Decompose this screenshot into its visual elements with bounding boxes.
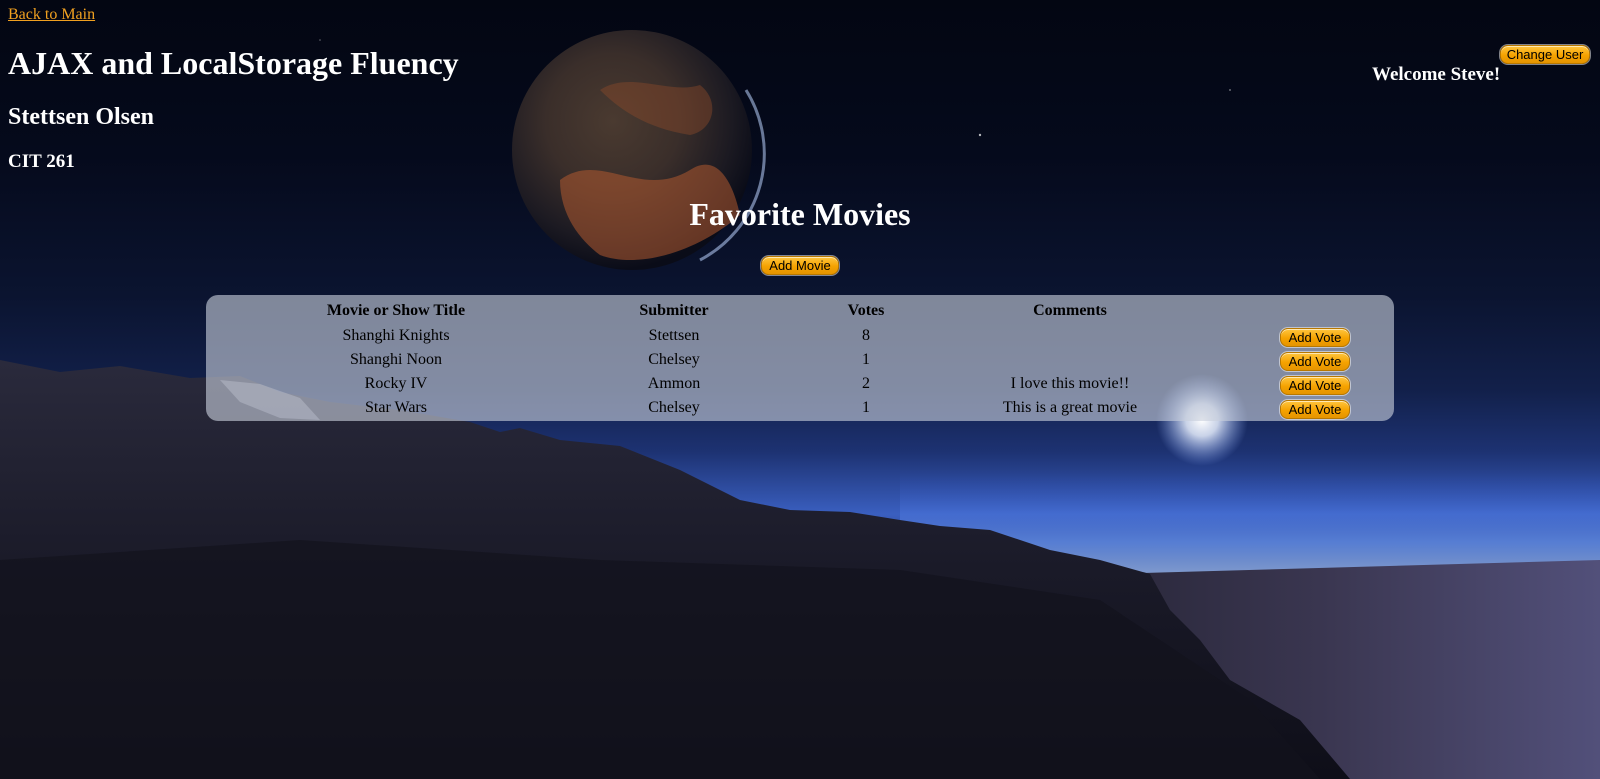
course-code: CIT 261 [8,151,75,172]
column-header-comments: Comments [1033,302,1107,319]
add-movie-button[interactable]: Add Movie [761,256,839,275]
movie-title-cell: Rocky IV [364,375,428,392]
add-vote-button[interactable]: Add Vote [1280,352,1350,371]
votes-cell: 8 [862,327,870,344]
movie-title-cell: Shanghi Knights [342,327,450,344]
favorite-movies-heading: Favorite Movies [689,196,911,232]
welcome-message: Welcome Steve! [1372,64,1501,85]
column-header-title: Movie or Show Title [326,302,466,319]
add-vote-button[interactable]: Add Vote [1280,376,1350,395]
column-header-submitter: Submitter [639,302,709,319]
add-vote-button[interactable]: Add Vote [1280,400,1350,419]
submitter-cell: Chelsey [648,351,700,368]
comment-cell: This is a great movie [1002,399,1138,416]
votes-cell: 2 [862,375,870,392]
movie-title-cell: Star Wars [365,399,427,416]
submitter-cell: Stettsen [648,327,700,344]
add-vote-button[interactable]: Add Vote [1280,328,1350,347]
change-user-button[interactable]: Change User [1500,45,1590,64]
movies-table: Movie or Show Title Submitter Votes Comm… [206,295,1394,421]
submitter-cell: Ammon [647,375,701,392]
votes-cell: 1 [862,351,870,368]
back-to-main-link[interactable]: Back to Main [8,6,95,24]
movie-title-cell: Shanghi Noon [350,351,442,368]
author-name: Stettsen Olsen [8,104,154,130]
votes-cell: 1 [862,399,870,416]
column-header-votes: Votes [847,302,885,319]
page-content: Back to Main AJAX and LocalStorage Fluen… [0,0,1600,779]
comment-cell: I love this movie!! [1010,375,1130,392]
page-title: AJAX and LocalStorage Fluency [8,45,459,81]
submitter-cell: Chelsey [648,399,700,416]
